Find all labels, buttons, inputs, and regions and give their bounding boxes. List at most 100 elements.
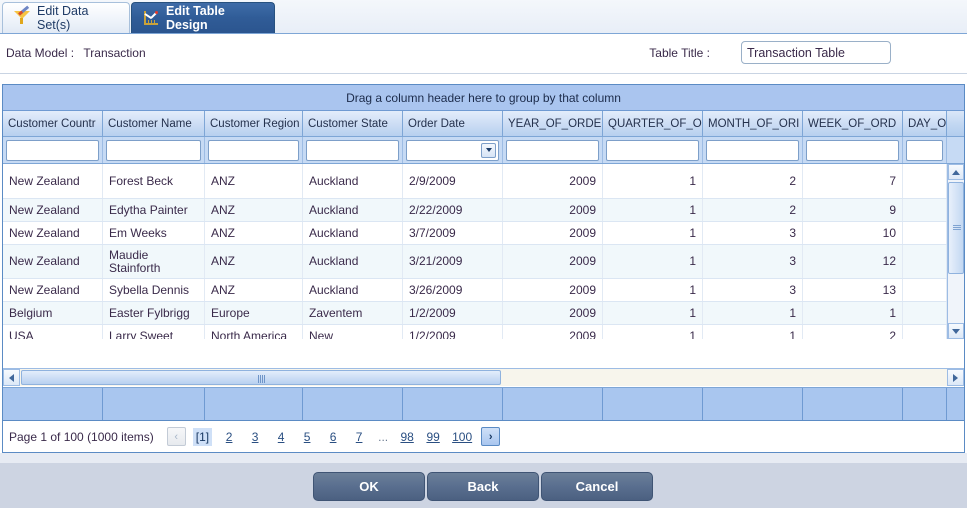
column-header-6[interactable]: QUARTER_OF_O [603, 111, 703, 136]
pager-page-6[interactable]: 6 [326, 428, 340, 446]
table-cell: 2009 [503, 164, 603, 198]
tab-edit-data-sets[interactable]: Edit Data Set(s) [2, 2, 130, 33]
ok-button[interactable]: OK [313, 472, 425, 501]
pager-summary: Page 1 of 100 (1000 items) [9, 430, 154, 444]
filter-pencil-icon [13, 9, 31, 27]
table-cell: New Zealand [3, 222, 103, 244]
pager-page-1[interactable]: [1] [193, 428, 212, 446]
filter-box-8 [806, 140, 899, 161]
vertical-scroll-thumb[interactable] [948, 182, 964, 274]
pager-page-5[interactable]: 5 [300, 428, 314, 446]
table-cell: 2009 [503, 325, 603, 339]
pager-page-2[interactable]: 2 [222, 428, 236, 446]
grid-filter-row [3, 137, 964, 164]
filter-box-7 [706, 140, 799, 161]
filter-input-2[interactable] [209, 141, 298, 160]
table-cell: 1 [703, 302, 803, 324]
horizontal-scrollbar[interactable] [3, 368, 964, 386]
table-cell: 3 [703, 222, 803, 244]
pager-next-button[interactable]: › [481, 427, 500, 446]
table-row[interactable]: USALarry SweetNorth AmericaNew1/2/200920… [3, 325, 964, 339]
table-title-input[interactable] [741, 41, 891, 64]
horizontal-scroll-thumb[interactable] [21, 370, 501, 385]
column-header-7[interactable]: MONTH_OF_ORI [703, 111, 803, 136]
grid-header-row: Customer Countr Customer NameCustomer Reg… [3, 111, 964, 137]
table-cell: Belgium [3, 302, 103, 324]
table-row[interactable]: BelgiumEaster FylbriggEuropeZaventem1/2/… [3, 302, 964, 325]
filter-input-5[interactable] [507, 141, 598, 160]
pager-page-99[interactable]: 99 [426, 428, 440, 446]
group-by-dropzone[interactable]: Drag a column header here to group by th… [3, 85, 964, 111]
pager-page-7[interactable]: 7 [352, 428, 366, 446]
filter-box-1 [106, 140, 201, 161]
filter-box-9 [906, 140, 943, 161]
scroll-up-icon[interactable] [948, 164, 964, 180]
scroll-right-icon[interactable] [947, 369, 964, 386]
table-title-label: Table Title : [649, 46, 710, 60]
pager-prev-button[interactable]: ‹ [167, 427, 186, 446]
pager-page-98[interactable]: 98 [400, 428, 414, 446]
filter-cell-8 [803, 137, 903, 163]
data-model-label: Data Model : [6, 46, 74, 60]
table-row[interactable]: New ZealandEm WeeksANZAuckland3/7/200920… [3, 222, 964, 245]
table-row[interactable]: New ZealandSybella DennisANZAuckland3/26… [3, 279, 964, 302]
filter-input-8[interactable] [807, 141, 898, 160]
column-header-4[interactable]: Order Date [403, 111, 503, 136]
scroll-left-icon[interactable] [3, 369, 20, 386]
table-row[interactable]: New ZealandForest BeckANZAuckland2/9/200… [3, 164, 964, 199]
column-header-label: YEAR_OF_ORDE [508, 118, 601, 130]
pager-page-3[interactable]: 3 [248, 428, 262, 446]
table-cell: 9 [803, 199, 903, 221]
filter-input-9[interactable] [907, 141, 942, 160]
filter-input-6[interactable] [607, 141, 698, 160]
pager-page-4[interactable]: 4 [274, 428, 288, 446]
column-header-9[interactable]: DAY_O [903, 111, 947, 136]
table-cell: ANZ [205, 245, 303, 278]
column-header-2[interactable]: Customer Region [205, 111, 303, 136]
back-button[interactable]: Back [427, 472, 539, 501]
table-cell: 1 [803, 302, 903, 324]
table-row[interactable]: New ZealandEdytha PainterANZAuckland2/22… [3, 199, 964, 222]
table-row[interactable]: New ZealandMaudie StainforthANZAuckland3… [3, 245, 964, 279]
filter-cell-5 [503, 137, 603, 163]
grid-footer-row [3, 387, 964, 420]
table-cell: 3/7/2009 [403, 222, 503, 244]
data-model-value: Transaction [83, 46, 145, 60]
table-cell: Maudie Stainforth [103, 245, 205, 278]
table-cell: 2009 [503, 302, 603, 324]
column-header-8[interactable]: WEEK_OF_ORD [803, 111, 903, 136]
column-header-5[interactable]: YEAR_OF_ORDE [503, 111, 603, 136]
table-cell: 1 [603, 325, 703, 339]
grid-body: New ZealandForest BeckANZAuckland2/9/200… [3, 164, 964, 339]
column-header-1[interactable]: Customer Name [103, 111, 205, 136]
cancel-button[interactable]: Cancel [541, 472, 653, 501]
filter-input-3[interactable] [307, 141, 398, 160]
scroll-down-icon[interactable] [948, 323, 964, 339]
footer-cell-1 [103, 388, 205, 420]
footer-cell-8 [803, 388, 903, 420]
chevron-down-icon[interactable] [481, 143, 496, 158]
table-cell: 3 [703, 279, 803, 301]
data-model-info: Data Model : Transaction [6, 46, 146, 60]
table-cell: 1 [703, 325, 803, 339]
vertical-scrollbar[interactable] [947, 164, 964, 339]
filter-box-5 [506, 140, 599, 161]
filter-input-1[interactable] [107, 141, 200, 160]
table-cell [903, 325, 947, 339]
tab-strip: Edit Data Set(s) Edit Table Design [0, 0, 967, 34]
pager-page-100[interactable]: 100 [452, 428, 472, 446]
filter-input-7[interactable] [707, 141, 798, 160]
filter-box-3 [306, 140, 399, 161]
table-cell: 1 [603, 222, 703, 244]
table-cell: 2009 [503, 222, 603, 244]
column-header-0[interactable]: Customer Countr [3, 111, 103, 136]
column-header-label: Customer Countr [8, 118, 96, 130]
filter-box-0 [6, 140, 99, 161]
column-header-3[interactable]: Customer State [303, 111, 403, 136]
pager: Page 1 of 100 (1000 items) ‹ [1]234567..… [2, 421, 965, 453]
tab-edit-table-design[interactable]: Edit Table Design [131, 2, 275, 33]
column-header-label: MONTH_OF_ORI [708, 118, 799, 130]
table-cell: 13 [803, 279, 903, 301]
filter-input-0[interactable] [7, 141, 98, 160]
table-cell [903, 199, 947, 221]
